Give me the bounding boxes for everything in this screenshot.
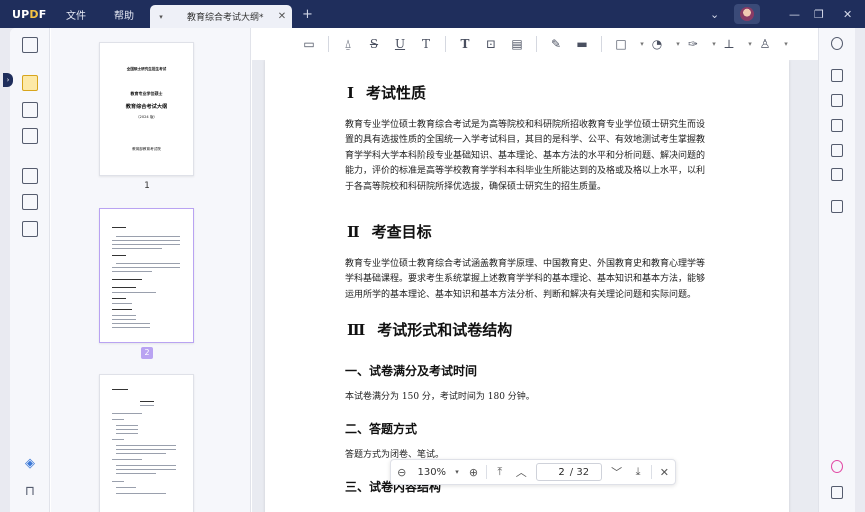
section-heading: Ⅱ 考查目标	[347, 223, 432, 241]
section-paragraph: 教育专业学位硕士教育综合考试涵盖教育学原理、中国教育史、外国教育史和教育心理学等…	[345, 259, 706, 300]
thumbnail-text: （2024 版）	[135, 115, 158, 119]
text-callout-icon[interactable]: ▤	[508, 36, 526, 52]
eraser-icon[interactable]: ▬	[573, 36, 591, 52]
first-page-icon[interactable]: ⤒	[489, 465, 510, 479]
squiggly-icon[interactable]: T	[417, 36, 435, 52]
section-heading: Ⅰ 考试性质	[347, 84, 427, 102]
thumbnail-text: 教育综合考试大纲	[125, 104, 168, 110]
save-icon[interactable]	[831, 200, 843, 213]
zoom-level[interactable]: 130%	[412, 467, 451, 478]
shape-icon[interactable]: □	[612, 36, 630, 52]
stamp-icon[interactable]: ⊥	[720, 36, 738, 52]
search-icon[interactable]	[831, 37, 843, 50]
reader-mode-icon[interactable]	[22, 37, 38, 53]
text-icon[interactable]: T	[456, 36, 474, 52]
thumbnail-page-3[interactable]	[99, 374, 194, 512]
subsection-heading: 一、试卷满分及考试时间	[345, 364, 478, 378]
minimize-icon[interactable]: —	[789, 0, 800, 28]
chevron-down-icon[interactable]: ⌄	[710, 0, 719, 28]
chevron-down-icon[interactable]: ▾	[782, 36, 790, 52]
comment-mode-icon[interactable]	[22, 75, 38, 91]
tab-dropdown-icon[interactable]: ▾	[150, 13, 172, 21]
chevron-down-icon[interactable]: ▾	[710, 36, 718, 52]
annotation-toolbar: ▭ ⍙ S U T T ⊡ ▤ ✎ ▬ □ ▾ ◔ ▾ ✑ ▾ ⊥ ▾ ♙ ▾	[252, 28, 812, 60]
zoom-out-icon[interactable]: ⊖	[391, 466, 412, 479]
edit-pdf-icon[interactable]	[22, 102, 38, 118]
email-icon[interactable]	[831, 168, 843, 181]
thumbnail-pane: 全国硕士研究生招生考试 教育专业学位硕士 教育综合考试大纲 （2024 版） 教…	[51, 28, 251, 512]
pencil-icon[interactable]: ✎	[547, 36, 565, 52]
underline-icon[interactable]: U	[391, 36, 409, 52]
previous-page-icon[interactable]: ︿	[511, 464, 532, 480]
comment-icon[interactable]: ▭	[300, 36, 318, 52]
thumbnail-page-number: 1	[144, 181, 150, 191]
signature-icon[interactable]: ♙	[756, 36, 774, 52]
subsection-text: 本试卷满分为 150 分，考试时间为 180 分钟。	[345, 392, 535, 402]
document-tab[interactable]: ▾ 教育综合考试大纲* ✕	[150, 5, 292, 28]
subsection-heading: 二、答题方式	[345, 422, 418, 436]
app-logo: UPDF	[12, 7, 47, 21]
next-page-icon[interactable]: ﹀	[606, 464, 627, 480]
section-paragraph: 教育专业学位硕士教育综合考试是为高等院校和科研院所招收教育专业学位硕士研究生而设…	[345, 120, 706, 192]
pin-icon[interactable]: ✑	[684, 36, 702, 52]
layers-icon[interactable]: ◈	[22, 456, 38, 472]
avatar-image	[740, 7, 754, 21]
right-tool-rail	[818, 28, 855, 512]
close-window-icon[interactable]: ✕	[843, 0, 852, 28]
strikethrough-icon[interactable]: S	[365, 36, 383, 52]
organize-pages-icon[interactable]	[22, 168, 38, 184]
menu-file[interactable]: 文件	[56, 7, 96, 22]
protect-icon[interactable]	[831, 119, 843, 132]
thumbnail-text: 教育专业学位硕士	[130, 91, 163, 96]
page-number-input[interactable]	[548, 466, 565, 478]
highlight-icon[interactable]: ⍙	[339, 36, 357, 52]
crop-pages-icon[interactable]	[22, 194, 38, 210]
bookmark-icon[interactable]: ⊓	[22, 484, 38, 500]
sticker-icon[interactable]: ◔	[648, 36, 666, 52]
last-page-icon[interactable]: ⤓	[627, 465, 648, 479]
rail-toggle-icon[interactable]: ›	[3, 73, 13, 87]
section-heading: Ⅲ 考试形式和试卷结构	[347, 321, 513, 339]
chevron-down-icon[interactable]: ▾	[674, 36, 682, 52]
convert-icon[interactable]	[22, 221, 38, 237]
share-icon[interactable]	[831, 144, 843, 157]
zoom-dropdown-icon[interactable]: ▾	[451, 468, 463, 476]
page-navigation-bar: ⊖ 130% ▾ ⊕ ⤒ ︿ / 32 ﹀ ⤓ ✕	[390, 459, 676, 485]
total-pages: / 32	[569, 466, 590, 478]
chevron-down-icon[interactable]: ▾	[746, 36, 754, 52]
zoom-in-icon[interactable]: ⊕	[463, 466, 484, 479]
new-tab-icon[interactable]: +	[302, 7, 313, 22]
convert-pdf-icon[interactable]	[831, 94, 843, 107]
restore-icon[interactable]: ❐	[814, 0, 824, 28]
document-view: Ⅰ 考试性质 教育专业学位硕士教育综合考试是为高等院校和科研院所招收教育专业学位硕…	[252, 60, 818, 512]
close-tab-icon[interactable]: ✕	[272, 11, 292, 22]
thumbnail-text: 教育部教育考试院	[132, 147, 161, 151]
ocr-icon[interactable]	[831, 69, 843, 82]
thumbnail-page-number-selected: 2	[141, 347, 153, 359]
chat-icon[interactable]	[831, 486, 843, 499]
fill-sign-icon[interactable]	[22, 128, 38, 144]
tab-title: 教育综合考试大纲*	[187, 13, 264, 23]
thumbnail-page-1[interactable]: 全国硕士研究生招生考试 教育专业学位硕士 教育综合考试大纲 （2024 版） 教…	[99, 42, 194, 176]
text-box-icon[interactable]: ⊡	[482, 36, 500, 52]
pdf-page: Ⅰ 考试性质 教育专业学位硕士教育综合考试是为高等院校和科研院所招收教育专业学位硕…	[265, 60, 789, 512]
chevron-down-icon[interactable]: ▾	[638, 36, 646, 52]
avatar[interactable]	[734, 4, 760, 24]
left-tool-rail: ◈ ⊓	[10, 28, 50, 512]
close-navigation-icon[interactable]: ✕	[654, 466, 675, 479]
ai-assistant-icon[interactable]	[831, 460, 843, 473]
page-number-box[interactable]: / 32	[535, 463, 602, 481]
menu-help[interactable]: 帮助	[104, 7, 144, 22]
thumbnail-text: 全国硕士研究生招生考试	[126, 67, 167, 71]
thumbnail-page-2[interactable]	[99, 208, 194, 343]
